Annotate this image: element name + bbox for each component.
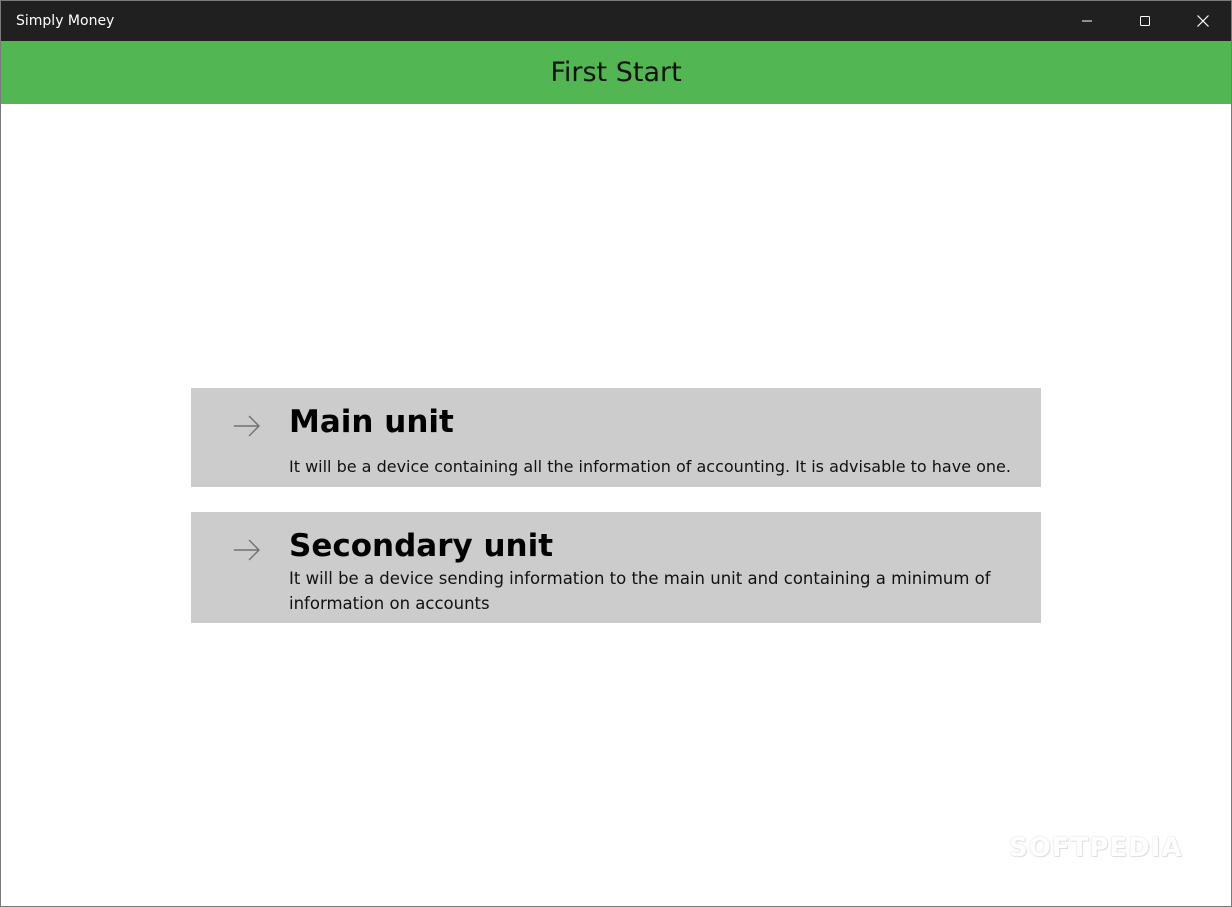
close-icon: [1197, 15, 1209, 27]
page-title: First Start: [550, 56, 682, 88]
main-unit-option[interactable]: Main unit It will be a device containing…: [191, 388, 1041, 487]
minimize-button[interactable]: [1059, 1, 1115, 41]
main-unit-description: It will be a device containing all the i…: [289, 457, 1011, 476]
maximize-icon: [1140, 16, 1150, 26]
arrow-right-icon: [234, 415, 260, 437]
main-unit-title: Main unit: [289, 404, 454, 440]
title-bar[interactable]: Simply Money: [1, 1, 1231, 41]
minimize-icon: [1082, 20, 1092, 22]
softpedia-watermark: SOFTPEDIA: [1009, 833, 1183, 863]
arrow-right-icon: [234, 539, 260, 561]
app-window: Simply Money First Start Main unit It wi…: [0, 0, 1232, 907]
secondary-unit-title: Secondary unit: [289, 528, 554, 564]
secondary-unit-description: It will be a device sending information …: [289, 569, 991, 613]
app-title: Simply Money: [16, 13, 115, 29]
page-header: First Start: [1, 41, 1231, 104]
secondary-unit-option[interactable]: Secondary unit It will be a device sendi…: [191, 512, 1041, 623]
maximize-button[interactable]: [1117, 1, 1173, 41]
close-button[interactable]: [1175, 1, 1231, 41]
